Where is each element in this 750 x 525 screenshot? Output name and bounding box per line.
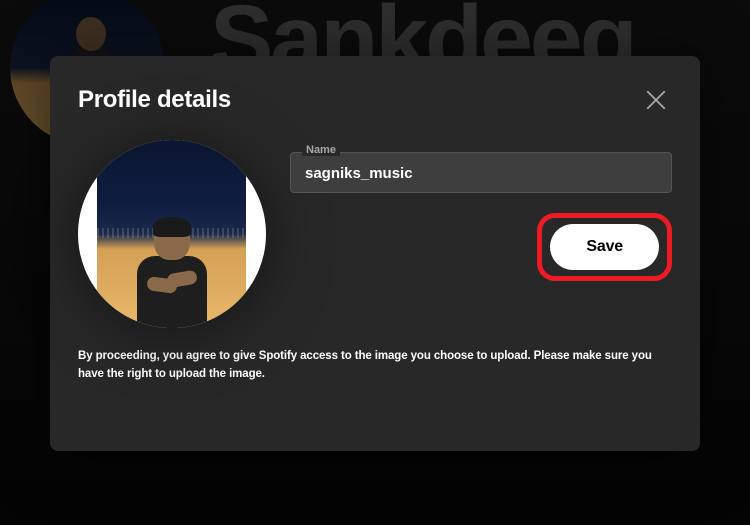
close-button[interactable] (640, 84, 672, 116)
modal-header: Profile details (78, 84, 672, 116)
name-label: Name (302, 144, 340, 156)
profile-details-modal: Profile details (50, 56, 700, 451)
save-row: Save (290, 213, 672, 281)
name-input-group: Name (290, 152, 672, 193)
close-icon (646, 90, 666, 110)
name-input[interactable] (290, 152, 672, 193)
form-section: Name Save (290, 140, 672, 281)
modal-title: Profile details (78, 86, 231, 114)
modal-body: Name Save (78, 140, 672, 328)
save-button[interactable]: Save (550, 224, 659, 270)
avatar-section (78, 140, 266, 328)
avatar-image[interactable] (78, 140, 266, 328)
disclaimer-text: By proceeding, you agree to give Spotify… (78, 348, 672, 384)
save-button-highlight: Save (537, 213, 672, 281)
